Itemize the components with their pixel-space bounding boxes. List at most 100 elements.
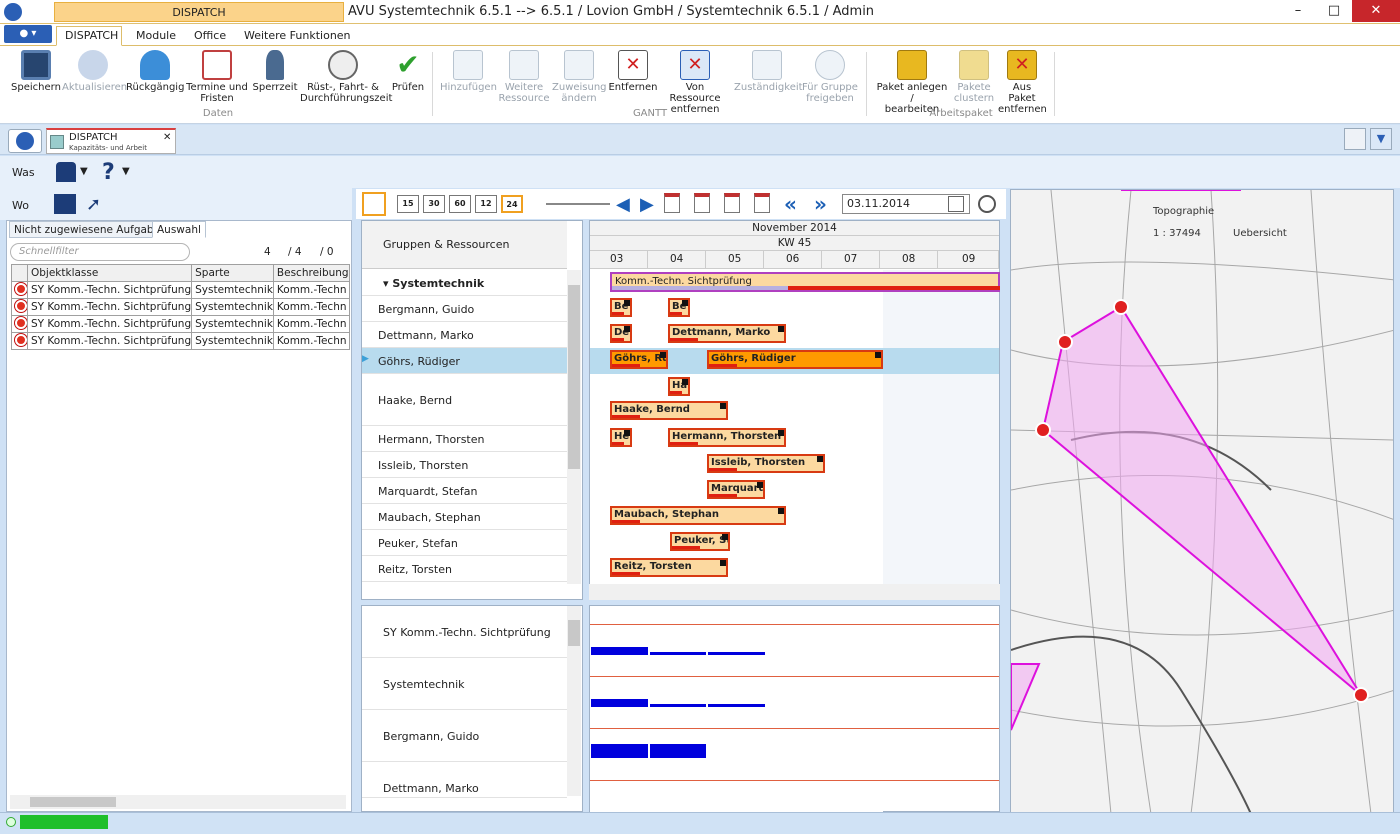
tab-office[interactable]: Office — [186, 27, 234, 46]
minimize-icon[interactable]: – — [1280, 0, 1316, 22]
clock-icon[interactable] — [978, 195, 996, 213]
gantt-horizontal-scrollbar[interactable] — [589, 584, 1000, 600]
map-overview-button[interactable]: Uebersicht — [1233, 228, 1287, 239]
resource-row[interactable]: Bergmann, Guido — [362, 296, 567, 322]
check-button[interactable]: ✔ Prüfen — [390, 50, 426, 94]
group-task-bar[interactable]: Komm.-Techn. Sichtprüfung — [610, 272, 1000, 292]
resource-row[interactable]: Dettmann, Marko — [362, 322, 567, 348]
save-button[interactable]: Speichern — [10, 50, 62, 93]
table-row[interactable]: SY Komm.-Techn. Sichtprüfung Systemtechn… — [11, 298, 350, 316]
task-bar[interactable]: Be — [668, 298, 690, 317]
task-bar[interactable]: Göhrs, Rüdiger — [610, 350, 668, 369]
help-icon[interactable]: ? — [102, 160, 115, 185]
application-menu-button[interactable]: ● ▾ — [4, 25, 52, 43]
list-view-icon[interactable] — [362, 192, 386, 216]
create-package-button[interactable]: Paket anlegen / bearbeiten — [874, 50, 950, 115]
zoom-60-button[interactable]: 60 — [449, 195, 471, 213]
task-bar[interactable]: Issleib, Thorsten — [707, 454, 825, 473]
zoom-30-button[interactable]: 30 — [423, 195, 445, 213]
house-icon[interactable] — [56, 162, 76, 182]
resource-row[interactable]: Maubach, Stephan — [362, 504, 567, 530]
layout-icon[interactable] — [1344, 128, 1366, 150]
table-row[interactable]: SY Komm.-Techn. Sichtprüfung Systemtechn… — [11, 281, 350, 299]
scrollbar-thumb[interactable] — [30, 797, 116, 807]
zoom-12h-button[interactable]: 12 — [475, 195, 497, 213]
task-bar[interactable]: De — [610, 324, 632, 343]
close-tab-icon[interactable]: ✕ — [163, 132, 171, 143]
task-bar[interactable]: Peuker, Stefan — [670, 532, 730, 551]
resource-row[interactable]: Peuker, Stefan — [362, 530, 567, 556]
resource-row[interactable]: Reitz, Torsten — [362, 556, 567, 582]
task-bar[interactable]: Reitz, Torsten — [610, 558, 728, 577]
share-with-group-button[interactable]: Für Gruppe freigeben — [802, 50, 858, 104]
add-button[interactable]: Hinzufügen — [440, 50, 497, 93]
column-header[interactable]: Objektklasse — [26, 264, 193, 282]
fast-forward-icon[interactable]: » — [814, 192, 827, 216]
table-row[interactable]: SY Komm.-Techn. Sichtprüfung Systemtechn… — [11, 315, 350, 333]
tab-weitere-funktionen[interactable]: Weitere Funktionen — [236, 27, 359, 46]
tab-module[interactable]: Module — [128, 27, 184, 46]
resource-row[interactable]: Haake, Bernd — [362, 374, 567, 426]
map-scale-label[interactable]: 1 : 37494 — [1153, 228, 1201, 239]
resource-row[interactable]: Marquardt, Stefan — [362, 478, 567, 504]
column-header[interactable]: Beschreibung — [272, 264, 350, 282]
map-view[interactable]: Topographie 1 : 37494 Uebersicht — [1010, 189, 1394, 813]
document-tab-dispatch[interactable]: DISPATCH Kapazitäts- und Arbeit ✕ — [46, 128, 176, 154]
dropdown-arrow-icon[interactable]: ▼ — [80, 166, 88, 177]
task-bar[interactable]: He — [610, 428, 632, 447]
remove-button[interactable]: ✕ Entfernen — [608, 50, 658, 93]
deadlines-button[interactable]: Termine und Fristen — [186, 50, 248, 104]
responsibility-button[interactable]: Zuständigkeit — [734, 50, 803, 93]
task-bar[interactable]: Haake, Bernd — [610, 401, 728, 420]
group-row-systemtechnik[interactable]: ▾ Systemtechnik — [362, 270, 567, 296]
undo-button[interactable]: Rückgängig — [126, 50, 184, 93]
hourglass-icon — [266, 50, 284, 80]
next-icon[interactable]: ▶ — [640, 194, 654, 215]
previous-icon[interactable]: ◀ — [616, 194, 630, 215]
change-assignment-button[interactable]: Zuweisung ändern — [552, 50, 607, 104]
task-bar[interactable]: Maubach, Stephan — [610, 506, 786, 525]
remove-from-package-button[interactable]: ✕ Aus Paket entfernen — [998, 50, 1047, 115]
collapse-icon[interactable]: ▾ — [383, 277, 389, 290]
tab-unassigned-tasks[interactable]: Nicht zugewiesene Aufgaben — [9, 221, 172, 238]
calendar-picker-icon[interactable] — [948, 196, 964, 212]
calendar-year-icon[interactable] — [754, 193, 770, 213]
remove-from-resource-button[interactable]: ✕ Von Ressource entfernen — [660, 50, 730, 115]
task-bar[interactable]: Dettmann, Marko — [668, 324, 786, 343]
quick-filter-input[interactable]: Schnellfilter — [10, 243, 190, 261]
zoom-24h-button[interactable]: 24 — [501, 195, 523, 213]
fast-back-icon[interactable]: « — [784, 192, 797, 216]
chevron-down-icon[interactable]: ▼ — [1370, 128, 1392, 150]
dropdown-arrow-icon[interactable]: ▼ — [122, 166, 130, 177]
map-layer-label[interactable]: Topographie — [1153, 206, 1214, 217]
setup-travel-time-button[interactable]: Rüst-, Fahrt- & Durchführungszeit — [300, 50, 392, 104]
scrollbar-thumb[interactable] — [568, 620, 580, 646]
cluster-packages-button[interactable]: Pakete clustern — [952, 50, 996, 104]
pointer-select-icon[interactable]: ➚ — [86, 194, 106, 215]
resource-row[interactable]: Issleib, Thorsten — [362, 452, 567, 478]
tab-dispatch[interactable]: DISPATCH — [56, 26, 122, 46]
resource-row-selected[interactable]: Göhrs, Rüdiger — [362, 348, 567, 374]
lock-time-button[interactable]: Sperrzeit — [252, 50, 298, 93]
task-bar[interactable]: Hermann, Thorsten — [668, 428, 786, 447]
task-bar[interactable]: Marquardt, Stefan — [707, 480, 765, 499]
refresh-button[interactable]: Aktualisieren — [62, 50, 127, 93]
zoom-15-button[interactable]: 15 — [397, 195, 419, 213]
calendar-day-icon[interactable] — [664, 193, 680, 213]
home-tab-button[interactable] — [8, 129, 42, 153]
task-bar[interactable]: Be — [610, 298, 632, 317]
calendar-month-icon[interactable] — [724, 193, 740, 213]
task-bar[interactable]: Ha — [668, 377, 690, 396]
table-row[interactable]: SY Komm.-Techn. Sichtprüfung Systemtechn… — [11, 332, 350, 350]
calendar-week-icon[interactable] — [694, 193, 710, 213]
zoom-slider[interactable] — [546, 203, 610, 205]
maximize-icon[interactable]: □ — [1316, 0, 1352, 22]
scrollbar-thumb[interactable] — [568, 285, 580, 469]
add-resource-button[interactable]: Weitere Ressource — [498, 50, 550, 104]
tab-selection[interactable]: Auswahl — [152, 221, 206, 238]
resource-row[interactable]: Hermann, Thorsten — [362, 426, 567, 452]
column-header[interactable]: Sparte — [191, 264, 274, 282]
task-bar[interactable]: Göhrs, Rüdiger — [707, 350, 883, 369]
map-area-icon[interactable] — [54, 194, 76, 214]
close-icon[interactable]: ✕ — [1352, 0, 1400, 22]
